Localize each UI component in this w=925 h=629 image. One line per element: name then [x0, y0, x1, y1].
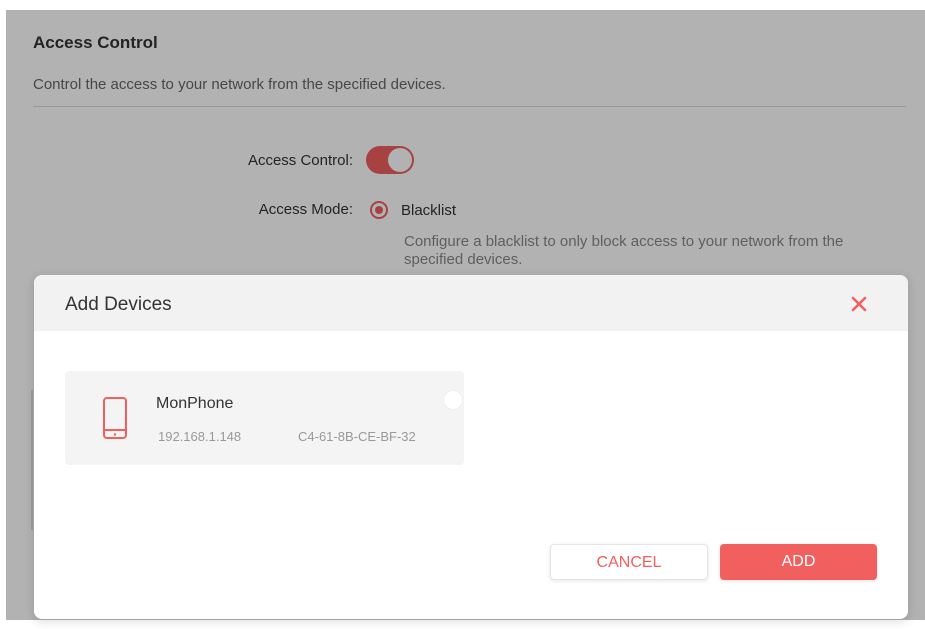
dialog-header: Add Devices	[34, 275, 908, 331]
phone-icon	[103, 397, 127, 439]
add-button[interactable]: ADD	[720, 544, 877, 580]
cancel-button[interactable]: CANCEL	[550, 544, 708, 580]
add-devices-dialog: Add Devices MonPhone 192.168.1.148 C4-61…	[34, 275, 908, 619]
close-button[interactable]	[844, 289, 874, 319]
device-ip: 192.168.1.148	[158, 429, 242, 444]
device-card[interactable]: MonPhone 192.168.1.148 C4-61-8B-CE-BF-32	[65, 371, 464, 465]
device-mac: C4-61-8B-CE-BF-32	[298, 429, 416, 444]
close-icon	[851, 296, 867, 312]
device-name: MonPhone	[156, 395, 234, 412]
page: Access Control Control the access to you…	[0, 0, 925, 629]
background-panel-edge	[31, 390, 33, 530]
dialog-title: Add Devices	[65, 294, 172, 315]
device-select-radio[interactable]	[443, 390, 463, 410]
